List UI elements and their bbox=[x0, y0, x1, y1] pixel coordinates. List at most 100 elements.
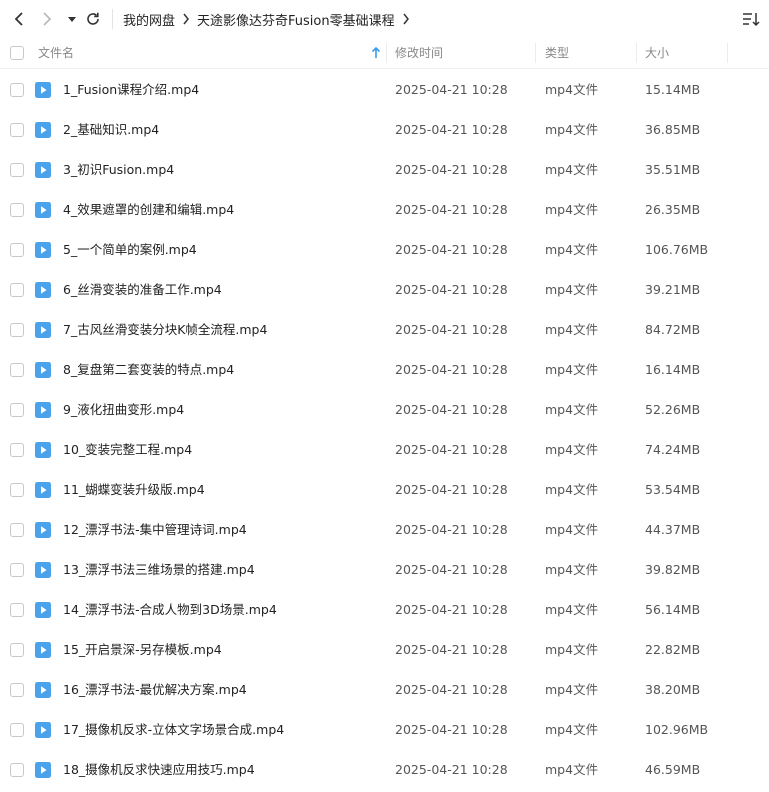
column-header-size[interactable]: 大小 bbox=[645, 38, 669, 68]
file-row[interactable]: 1_Fusion课程介绍.mp4 2025-04-21 10:28 mp4文件 15.… bbox=[0, 70, 769, 110]
file-name[interactable]: 3_初识Fusion.mp4 bbox=[63, 150, 174, 190]
row-checkbox[interactable] bbox=[10, 283, 24, 297]
column-divider[interactable] bbox=[386, 43, 387, 63]
file-name[interactable]: 5_一个简单的案例.mp4 bbox=[63, 230, 197, 270]
row-checkbox[interactable] bbox=[10, 723, 24, 737]
breadcrumb: 我的网盘 天途影像达芬奇Fusion零基础课程 bbox=[123, 10, 417, 29]
file-name[interactable]: 11_蝴蝶变装升级版.mp4 bbox=[63, 470, 205, 510]
file-row[interactable]: 2_基础知识.mp4 2025-04-21 10:28 mp4文件 36.85MB bbox=[0, 110, 769, 150]
file-name[interactable]: 17_摄像机反求-立体文字场景合成.mp4 bbox=[63, 710, 284, 750]
video-file-icon bbox=[35, 482, 51, 498]
file-row[interactable]: 11_蝴蝶变装升级版.mp4 2025-04-21 10:28 mp4文件 53.54… bbox=[0, 470, 769, 510]
row-checkbox[interactable] bbox=[10, 483, 24, 497]
breadcrumb-item-root[interactable]: 我的网盘 bbox=[123, 10, 175, 29]
row-checkbox[interactable] bbox=[10, 563, 24, 577]
file-name[interactable]: 4_效果遮罩的创建和编辑.mp4 bbox=[63, 190, 234, 230]
file-row[interactable]: 18_摄像机反求快速应用技巧.mp4 2025-04-21 10:28 mp4文件 4… bbox=[0, 750, 769, 790]
file-name[interactable]: 2_基础知识.mp4 bbox=[63, 110, 159, 150]
select-all-checkbox[interactable] bbox=[10, 46, 24, 60]
file-modified: 2025-04-21 10:28 bbox=[395, 562, 508, 577]
file-name[interactable]: 1_Fusion课程介绍.mp4 bbox=[63, 70, 199, 110]
file-type: mp4文件 bbox=[545, 562, 599, 577]
video-file-icon bbox=[35, 442, 51, 458]
column-header-modified[interactable]: 修改时间 bbox=[395, 38, 443, 68]
file-name[interactable]: 15_开启景深-另存模板.mp4 bbox=[63, 630, 222, 670]
row-checkbox[interactable] bbox=[10, 163, 24, 177]
file-name[interactable]: 10_变装完整工程.mp4 bbox=[63, 430, 192, 470]
column-divider[interactable] bbox=[535, 43, 536, 63]
column-header-type[interactable]: 类型 bbox=[545, 38, 569, 68]
row-checkbox[interactable] bbox=[10, 363, 24, 377]
sort-list-icon bbox=[743, 13, 760, 27]
file-modified: 2025-04-21 10:28 bbox=[395, 682, 508, 697]
file-row[interactable]: 8_复盘第二套变装的特点.mp4 2025-04-21 10:28 mp4文件 16.… bbox=[0, 350, 769, 390]
file-modified: 2025-04-21 10:28 bbox=[395, 722, 508, 737]
row-checkbox[interactable] bbox=[10, 603, 24, 617]
row-checkbox[interactable] bbox=[10, 643, 24, 657]
video-file-icon bbox=[35, 362, 51, 378]
file-row[interactable]: 14_漂浮书法-合成人物到3D场景.mp4 2025-04-21 10:28 mp4… bbox=[0, 590, 769, 630]
row-checkbox[interactable] bbox=[10, 243, 24, 257]
refresh-button[interactable] bbox=[82, 8, 104, 30]
video-file-icon bbox=[35, 562, 51, 578]
refresh-icon bbox=[87, 12, 99, 25]
file-row[interactable]: 15_开启景深-另存模板.mp4 2025-04-21 10:28 mp4文件 22.… bbox=[0, 630, 769, 670]
file-row[interactable]: 4_效果遮罩的创建和编辑.mp4 2025-04-21 10:28 mp4文件 26.… bbox=[0, 190, 769, 230]
row-checkbox[interactable] bbox=[10, 123, 24, 137]
file-type: mp4文件 bbox=[545, 362, 599, 377]
file-name[interactable]: 9_液化扭曲变形.mp4 bbox=[63, 390, 184, 430]
breadcrumb-item-current[interactable]: 天途影像达芬奇Fusion零基础课程 bbox=[197, 10, 395, 29]
caret-down-icon bbox=[68, 17, 76, 22]
file-name[interactable]: 12_漂浮书法-集中管理诗词.mp4 bbox=[63, 510, 247, 550]
row-checkbox[interactable] bbox=[10, 683, 24, 697]
file-row[interactable]: 6_丝滑变装的准备工作.mp4 2025-04-21 10:28 mp4文件 39.2… bbox=[0, 270, 769, 310]
row-checkbox[interactable] bbox=[10, 443, 24, 457]
row-checkbox[interactable] bbox=[10, 763, 24, 777]
file-name[interactable]: 8_复盘第二套变装的特点.mp4 bbox=[63, 350, 234, 390]
file-modified: 2025-04-21 10:28 bbox=[395, 762, 508, 777]
file-size: 35.51MB bbox=[645, 162, 701, 177]
row-checkbox[interactable] bbox=[10, 403, 24, 417]
row-checkbox[interactable] bbox=[10, 523, 24, 537]
video-file-icon bbox=[35, 722, 51, 738]
toolbar-divider bbox=[112, 9, 113, 29]
file-row[interactable]: 12_漂浮书法-集中管理诗词.mp4 2025-04-21 10:28 mp4文件 4… bbox=[0, 510, 769, 550]
file-size: 16.14MB bbox=[645, 362, 701, 377]
column-divider[interactable] bbox=[636, 43, 637, 63]
file-size: 106.76MB bbox=[645, 242, 709, 257]
history-dropdown-button[interactable] bbox=[61, 8, 83, 30]
file-size: 56.14MB bbox=[645, 602, 701, 617]
file-row[interactable]: 10_变装完整工程.mp4 2025-04-21 10:28 mp4文件 74.24M… bbox=[0, 430, 769, 470]
file-modified: 2025-04-21 10:28 bbox=[395, 202, 508, 217]
file-modified: 2025-04-21 10:28 bbox=[395, 82, 508, 97]
file-size: 44.37MB bbox=[645, 522, 701, 537]
file-type: mp4文件 bbox=[545, 202, 599, 217]
file-name[interactable]: 18_摄像机反求快速应用技巧.mp4 bbox=[63, 750, 255, 790]
row-checkbox[interactable] bbox=[10, 203, 24, 217]
file-size: 74.24MB bbox=[645, 442, 701, 457]
file-row[interactable]: 16_漂浮书法-最优解决方案.mp4 2025-04-21 10:28 mp4文件 3… bbox=[0, 670, 769, 710]
back-button[interactable] bbox=[8, 8, 30, 30]
file-name[interactable]: 6_丝滑变装的准备工作.mp4 bbox=[63, 270, 222, 310]
row-checkbox[interactable] bbox=[10, 323, 24, 337]
video-file-icon bbox=[35, 242, 51, 258]
file-name[interactable]: 16_漂浮书法-最优解决方案.mp4 bbox=[63, 670, 247, 710]
file-row[interactable]: 9_液化扭曲变形.mp4 2025-04-21 10:28 mp4文件 52.26MB bbox=[0, 390, 769, 430]
file-row[interactable]: 7_古风丝滑变装分块K帧全流程.mp4 2025-04-21 10:28 mp4文件… bbox=[0, 310, 769, 350]
file-row[interactable]: 5_一个简单的案例.mp4 2025-04-21 10:28 mp4文件 106.76… bbox=[0, 230, 769, 270]
file-name[interactable]: 13_漂浮书法三维场景的搭建.mp4 bbox=[63, 550, 255, 590]
column-divider[interactable] bbox=[727, 43, 728, 63]
file-name[interactable]: 7_古风丝滑变装分块K帧全流程.mp4 bbox=[63, 310, 267, 350]
file-name[interactable]: 14_漂浮书法-合成人物到3D场景.mp4 bbox=[63, 590, 277, 630]
file-row[interactable]: 17_摄像机反求-立体文字场景合成.mp4 2025-04-21 10:28 mp4… bbox=[0, 710, 769, 750]
forward-button[interactable] bbox=[36, 8, 58, 30]
column-header-name[interactable]: 文件名 bbox=[38, 38, 74, 68]
file-size: 53.54MB bbox=[645, 482, 701, 497]
file-row[interactable]: 13_漂浮书法三维场景的搭建.mp4 2025-04-21 10:28 mp4文件 3… bbox=[0, 550, 769, 590]
file-type: mp4文件 bbox=[545, 722, 599, 737]
video-file-icon bbox=[35, 202, 51, 218]
file-row[interactable]: 3_初识Fusion.mp4 2025-04-21 10:28 mp4文件 35.51… bbox=[0, 150, 769, 190]
row-checkbox[interactable] bbox=[10, 83, 24, 97]
sort-menu-button[interactable] bbox=[741, 9, 761, 29]
file-modified: 2025-04-21 10:28 bbox=[395, 642, 508, 657]
